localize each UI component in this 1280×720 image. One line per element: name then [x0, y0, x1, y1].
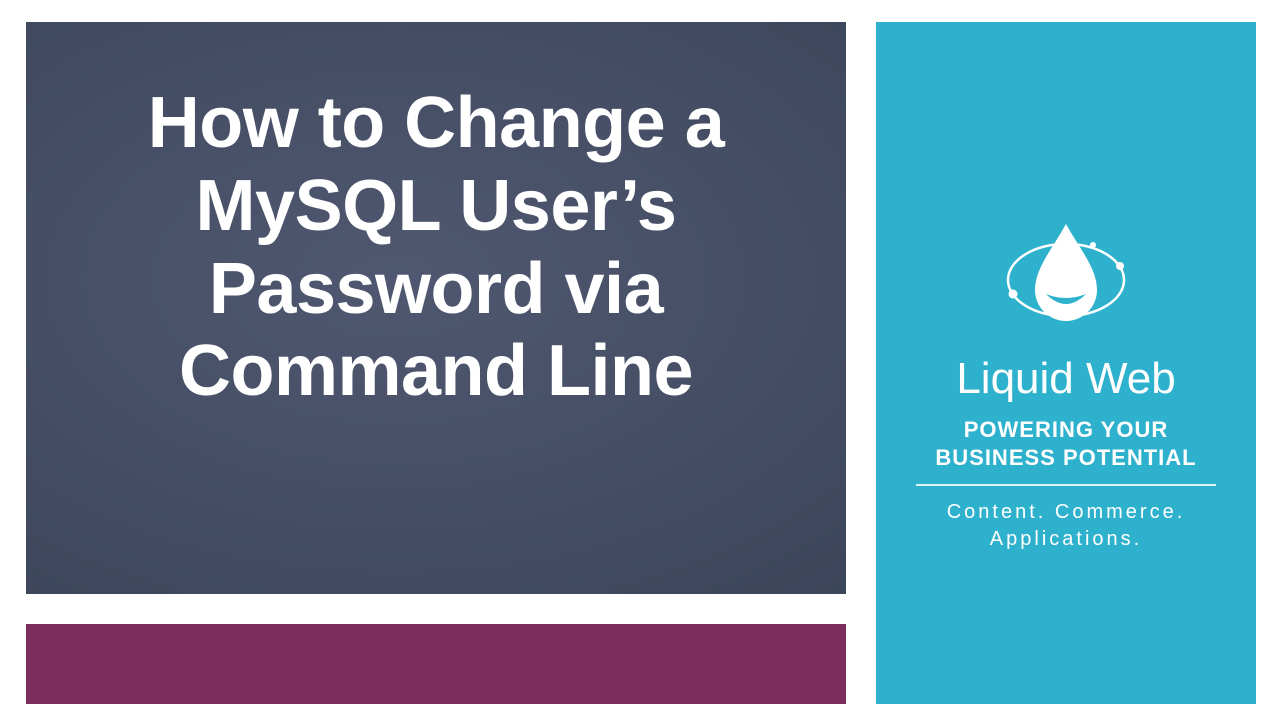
- brand-logo: [876, 212, 1256, 342]
- slide-title: How to Change a MySQL User’s Password vi…: [26, 82, 846, 413]
- brand-tagline-primary-line2: BUSINESS POTENTIAL: [935, 445, 1196, 470]
- title-panel: How to Change a MySQL User’s Password vi…: [26, 22, 846, 594]
- brand-tagline-secondary: Content. Commerce. Applications.: [876, 499, 1256, 553]
- brand-name: Liquid Web: [876, 354, 1256, 404]
- slide-canvas: How to Change a MySQL User’s Password vi…: [0, 0, 1280, 720]
- brand-sidebar: Liquid Web POWERING YOUR BUSINESS POTENT…: [876, 22, 1256, 704]
- brand-tagline-secondary-line1: Content. Commerce.: [947, 501, 1186, 523]
- liquid-web-drop-icon: [1001, 212, 1131, 342]
- brand-tagline-primary-line1: POWERING YOUR: [964, 417, 1169, 442]
- accent-bar: [26, 624, 846, 704]
- brand-tagline-secondary-line2: Applications.: [990, 528, 1142, 550]
- brand-tagline-primary: POWERING YOUR BUSINESS POTENTIAL: [876, 416, 1256, 471]
- brand-divider: [916, 484, 1216, 486]
